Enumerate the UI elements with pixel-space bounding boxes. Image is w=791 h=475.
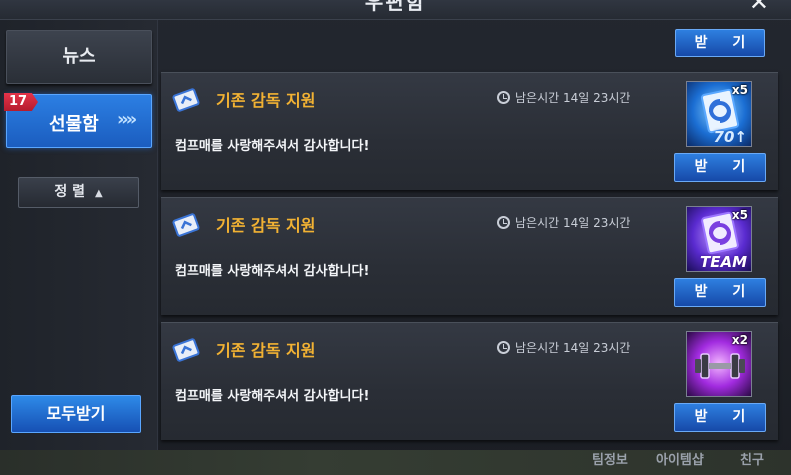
nav-team-info[interactable]: 팀정보 [592, 449, 628, 468]
tab-news[interactable]: 뉴스 [6, 30, 152, 84]
gift-title: 기존 감독 지원 [216, 216, 316, 235]
item-count: x2 [731, 333, 748, 347]
gift-time-left: 남은시간 14일 23시간 [497, 214, 630, 231]
gift-time-left: 남은시간 14일 23시간 [497, 89, 630, 106]
item-count: x5 [731, 83, 748, 97]
receive-all-button[interactable]: 모두받기 [11, 395, 141, 433]
receive-button[interactable]: 받 기 [674, 278, 766, 307]
gift-item-slot[interactable]: x5 70↑ [686, 81, 752, 147]
sort-button[interactable]: 정 렬 ▲ [18, 177, 139, 208]
gift-card: 기존 감독 지원 남은시간 14일 23시간 컴프매를 사랑해주셔서 감사합니다… [161, 322, 778, 440]
mailbox-window: 우편함 ✕ 뉴스 선물함 »» 17 정 렬 ▲ 모두받기 받 기 기존 감독 지… [0, 0, 791, 475]
time-left-text: 남은시간 14일 23시간 [515, 216, 631, 230]
gift-message: 컴프매를 사랑해주셔서 감사합니다! [175, 139, 370, 154]
clock-icon [497, 216, 510, 229]
item-sub-label: TEAM [699, 253, 747, 271]
receive-button[interactable]: 받 기 [675, 29, 765, 57]
clock-icon [497, 341, 510, 354]
time-left-text: 남은시간 14일 23시간 [515, 91, 631, 105]
gift-time-left: 남은시간 14일 23시간 [497, 339, 630, 356]
nav-friends[interactable]: 친구 [740, 449, 764, 468]
gift-item-slot[interactable]: x2 [686, 331, 752, 397]
window-title: 우편함 [364, 0, 427, 14]
tab-gift-box-label: 선물함 [49, 114, 99, 135]
receive-container: 받 기 [674, 153, 766, 182]
item-sub-label: 70↑ [713, 128, 747, 146]
gift-title: 기존 감독 지원 [216, 341, 316, 360]
sidebar: 뉴스 선물함 »» 17 정 렬 ▲ 모두받기 [0, 20, 158, 450]
tab-news-label: 뉴스 [62, 46, 96, 67]
ticket-icon [172, 213, 200, 237]
ticket-icon [172, 88, 200, 112]
gift-card: 기존 감독 지원 남은시간 14일 23시간 컴프매를 사랑해주셔서 감사합니다… [161, 72, 778, 190]
gift-item-slot[interactable]: x5 TEAM [686, 206, 752, 272]
sort-label: 정 렬 [54, 184, 85, 200]
receive-button[interactable]: 받 기 [674, 153, 766, 182]
clock-icon [497, 91, 510, 104]
double-chevron-right-icon: »» [117, 109, 137, 130]
ticket-icon [172, 338, 200, 362]
gift-card: 기존 감독 지원 남은시간 14일 23시간 컴프매를 사랑해주셔서 감사합니다… [161, 197, 778, 315]
receive-container: 받 기 [674, 278, 766, 307]
gift-message: 컴프매를 사랑해주셔서 감사합니다! [175, 264, 370, 279]
item-count: x5 [731, 208, 748, 222]
receive-container: 받 기 [674, 403, 766, 432]
gift-count-badge: 17 [4, 93, 38, 111]
caret-up-icon: ▲ [94, 188, 103, 199]
time-left-text: 남은시간 14일 23시간 [515, 341, 631, 355]
nav-item-shop[interactable]: 아이템샵 [656, 449, 704, 468]
top-receive-container: 받 기 [675, 29, 765, 57]
title-bar: 우편함 ✕ [0, 0, 791, 20]
gift-title: 기존 감독 지원 [216, 91, 316, 110]
receive-button[interactable]: 받 기 [674, 403, 766, 432]
gift-message: 컴프매를 사랑해주셔서 감사합니다! [175, 389, 370, 404]
close-icon[interactable]: ✕ [749, 0, 769, 16]
